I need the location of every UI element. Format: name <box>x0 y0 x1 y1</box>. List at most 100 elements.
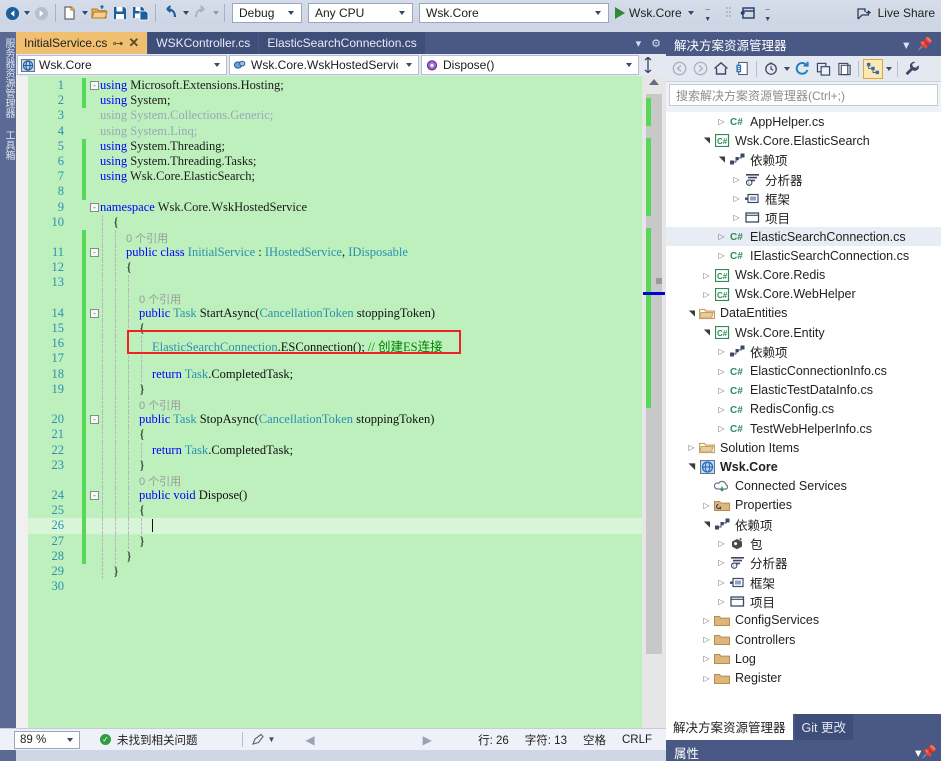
split-view-icon[interactable] <box>640 57 656 73</box>
tree-item[interactable]: ▷C#ElasticTestDataInfo.cs <box>666 381 941 400</box>
code-line[interactable]: 24-public void Dispose() <box>28 488 642 503</box>
code-line[interactable]: 10{ <box>28 215 642 230</box>
code-line[interactable]: 2using System; <box>28 93 642 108</box>
properties-wrench-icon[interactable] <box>902 59 922 79</box>
chevron-collapsed-icon[interactable]: ▷ <box>715 367 728 376</box>
save-icon[interactable] <box>110 2 130 24</box>
close-icon[interactable]: ✕ <box>128 35 139 51</box>
tree-item[interactable]: Connected Services <box>666 477 941 496</box>
solution-explorer-search-input[interactable]: 搜索解决方案资源管理器(Ctrl+;) <box>669 84 938 106</box>
back-dropdown-caret[interactable] <box>24 11 30 15</box>
chevron-collapsed-icon[interactable]: ▷ <box>715 232 728 241</box>
tree-item[interactable]: ◢C#Wsk.Core.Entity <box>666 323 941 342</box>
chevron-collapsed-icon[interactable]: ▷ <box>715 539 728 548</box>
chevron-collapsed-icon[interactable]: ▷ <box>730 213 743 222</box>
collapse-all-icon[interactable] <box>813 59 833 79</box>
tree-item[interactable]: ▷框架 <box>666 189 941 208</box>
issues-status[interactable]: ✓ 未找到相关问题 <box>100 732 198 748</box>
redo-dropdown-caret[interactable] <box>213 11 219 15</box>
code-line[interactable]: 3using System.Collections.Generic; <box>28 108 642 123</box>
chevron-collapsed-icon[interactable]: ▷ <box>715 347 728 356</box>
autohide-tab-toolbox[interactable]: 工具箱 <box>0 124 17 166</box>
editor-vertical-scrollbar[interactable] <box>642 76 666 728</box>
solution-platform-combo[interactable]: Any CPU <box>308 3 413 23</box>
tree-item[interactable]: ▷Solution Items <box>666 438 941 457</box>
outlining-toggle[interactable]: - <box>90 309 99 318</box>
outlining-toggle[interactable]: - <box>90 248 99 257</box>
code-line[interactable]: 17 <box>28 351 642 366</box>
navbar-project-combo[interactable]: Wsk.Core <box>17 55 227 75</box>
back-icon[interactable] <box>669 59 689 79</box>
code-line[interactable]: 19} <box>28 382 642 397</box>
code-line[interactable]: 0 个引用 <box>28 473 642 488</box>
chevron-collapsed-icon[interactable]: ▷ <box>700 674 713 683</box>
tree-item[interactable]: ▷项目 <box>666 208 941 227</box>
tree-item[interactable]: ◢DataEntities <box>666 304 941 323</box>
outlining-toggle[interactable]: - <box>90 203 99 212</box>
navigate-back-icon[interactable] <box>2 2 22 24</box>
save-all-icon[interactable] <box>130 2 151 24</box>
tree-item[interactable]: ▷C#AppHelper.cs <box>666 112 941 131</box>
startup-project-combo[interactable]: Wsk.Core <box>419 3 609 23</box>
code-line[interactable]: 15{ <box>28 321 642 336</box>
chevron-expanded-icon[interactable]: ◢ <box>702 518 711 531</box>
autohide-tab-server-explorer[interactable]: 服务器资源管理器 <box>0 32 17 124</box>
solution-configuration-combo[interactable]: Debug <box>232 3 302 23</box>
outlining-toggle[interactable]: - <box>90 415 99 424</box>
code-line[interactable]: 20-public Task StopAsync(CancellationTok… <box>28 412 642 427</box>
code-line[interactable]: 12{ <box>28 260 642 275</box>
tree-item[interactable]: ▷C#ElasticSearchConnection.cs <box>666 227 941 246</box>
tree-item[interactable]: ▷C#TestWebHelperInfo.cs <box>666 419 941 438</box>
chevron-collapsed-icon[interactable]: ▷ <box>715 424 728 433</box>
code-line[interactable]: 6using System.Threading.Tasks; <box>28 154 642 169</box>
code-line[interactable]: 0 个引用 <box>28 230 642 245</box>
chevron-collapsed-icon[interactable]: ▷ <box>700 290 713 299</box>
tree-item[interactable]: ▷C#Wsk.Core.Redis <box>666 266 941 285</box>
tree-item[interactable]: ▷包 <box>666 534 941 553</box>
code-editor[interactable]: 1-using Microsoft.Extensions.Hosting;2us… <box>16 76 666 728</box>
code-line[interactable]: 13 <box>28 275 642 290</box>
tab-git-changes[interactable]: Git 更改 <box>795 714 853 740</box>
tree-item[interactable]: ◢C#Wsk.Core.ElasticSearch <box>666 131 941 150</box>
start-debugging-button[interactable]: Wsk.Core <box>612 6 698 20</box>
code-line[interactable]: 29} <box>28 564 642 579</box>
overflow-icon-2[interactable]: ⎯ ▼ <box>758 2 778 24</box>
chevron-down-icon[interactable] <box>784 67 790 71</box>
code-line[interactable]: 23} <box>28 458 642 473</box>
chevron-collapsed-icon[interactable]: ▷ <box>715 578 728 587</box>
code-line[interactable]: 4using System.Linq; <box>28 124 642 139</box>
chevron-collapsed-icon[interactable]: ▷ <box>715 251 728 260</box>
pin-icon[interactable]: ⊶ <box>112 37 123 50</box>
prev-issue-arrow-icon[interactable]: ◀ <box>301 733 318 747</box>
line-ending-indicator[interactable]: CRLF <box>622 734 652 746</box>
solution-explorer-tree[interactable]: ▷C#AppHelper.cs◢C#Wsk.Core.ElasticSearch… <box>666 112 941 714</box>
pending-changes-icon[interactable] <box>761 59 781 79</box>
code-line[interactable]: 5using System.Threading; <box>28 139 642 154</box>
codelens-reference-count[interactable]: 0 个引用 <box>139 400 181 412</box>
tree-item[interactable]: ▷项目 <box>666 592 941 611</box>
chevron-collapsed-icon[interactable]: ▷ <box>700 635 713 644</box>
tree-item[interactable]: ▷i分析器 <box>666 170 941 189</box>
pin-icon[interactable]: 📌 <box>921 745 937 760</box>
chevron-collapsed-icon[interactable]: ▷ <box>715 597 728 606</box>
chevron-collapsed-icon[interactable]: ▷ <box>700 616 713 625</box>
refresh-icon[interactable] <box>792 59 812 79</box>
tree-item[interactable]: ▷C#IElasticSearchConnection.cs <box>666 246 941 265</box>
code-line[interactable]: 0 个引用 <box>28 291 642 306</box>
code-line[interactable]: 8 <box>28 184 642 199</box>
tree-item[interactable]: ▷依赖项 <box>666 342 941 361</box>
active-files-dropdown-icon[interactable]: ▾ <box>631 32 647 54</box>
tab-solution-explorer[interactable]: 解决方案资源管理器 <box>666 714 793 740</box>
zoom-level-combo[interactable]: 89 % <box>14 731 80 749</box>
sync-with-active-document-icon[interactable] <box>732 59 752 79</box>
new-item-icon[interactable] <box>60 2 80 24</box>
scroll-up-arrow-icon[interactable] <box>649 79 659 85</box>
tree-item[interactable]: ▷Register <box>666 668 941 687</box>
pin-icon[interactable]: 📌 <box>913 37 937 52</box>
editor-text-surface[interactable]: 1-using Microsoft.Extensions.Hosting;2us… <box>28 76 642 728</box>
tree-item[interactable]: ▷C#ElasticConnectionInfo.cs <box>666 361 941 380</box>
tree-item[interactable]: ▷Controllers <box>666 630 941 649</box>
code-line[interactable]: 18return Task.CompletedTask; <box>28 367 642 382</box>
chevron-collapsed-icon[interactable]: ▷ <box>700 501 713 510</box>
editor-tab-elasticsearchconnection[interactable]: ElasticSearchConnection.cs <box>259 32 425 54</box>
